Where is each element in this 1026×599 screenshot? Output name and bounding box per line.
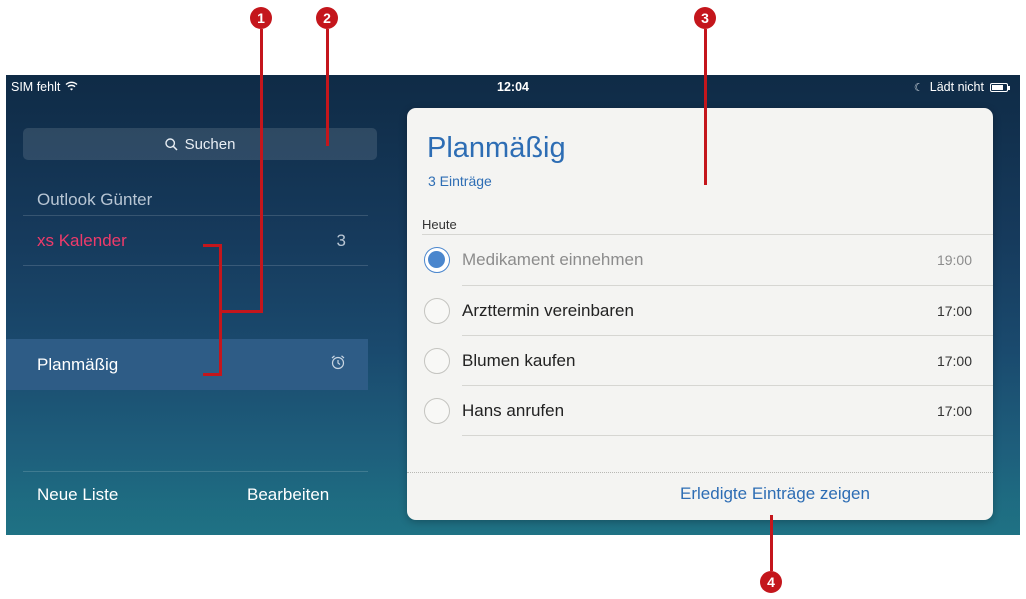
task-time: 17:00 — [936, 353, 972, 369]
callout-line-2 — [326, 29, 329, 146]
callout-line-4 — [770, 515, 773, 571]
task-time: 17:00 — [936, 303, 972, 319]
task-name: Hans anrufen — [462, 401, 565, 420]
edit-button[interactable]: Bearbeiten — [247, 485, 329, 505]
search-placeholder: Suchen — [184, 135, 236, 153]
callout-badge-1: 1 — [250, 7, 272, 29]
list-label: Planmäßig — [37, 354, 119, 374]
task-time: 17:00 — [936, 403, 972, 419]
callout-line-1 — [219, 244, 222, 376]
search-icon — [164, 137, 178, 151]
account-title: Outlook Günter — [37, 190, 153, 209]
task-name: Arzttermin vereinbaren — [462, 301, 634, 320]
list-label: xs Kalender — [37, 231, 127, 250]
callout-badge-2: 2 — [316, 7, 338, 29]
status-bar: SIM fehlt 12:04 ☾ Lädt nicht — [6, 75, 1020, 97]
checkbox[interactable] — [424, 298, 450, 324]
search-bar[interactable]: Suchen — [23, 128, 377, 160]
callout-badge-4: 4 — [760, 571, 782, 593]
page-title: Planmäßig — [427, 132, 566, 164]
status-time: 12:04 — [497, 80, 529, 94]
task-name: Blumen kaufen — [462, 351, 576, 370]
callout-line-3 — [704, 29, 707, 185]
list-count: 3 — [336, 231, 346, 250]
callout-line-1 — [260, 29, 263, 312]
callout-badge-3: 3 — [694, 7, 716, 29]
checkbox[interactable] — [424, 348, 450, 374]
checkbox-checked[interactable] — [424, 247, 450, 273]
section-label: Heute — [422, 217, 457, 232]
status-right: ☾ Lädt nicht — [913, 80, 1010, 94]
list-item[interactable]: Arzttermin vereinbaren 17:00 — [407, 286, 993, 336]
callout-line-1 — [203, 373, 222, 376]
row-divider — [462, 435, 993, 436]
reminders-card: Planmäßig 3 Einträge Heute Medikament ei… — [407, 108, 993, 520]
list-item[interactable]: Hans anrufen 17:00 — [407, 386, 993, 436]
dotted-separator — [407, 472, 993, 473]
charging-label: Lädt nicht — [929, 80, 984, 94]
new-list-button[interactable]: Neue Liste — [37, 485, 118, 505]
checkbox[interactable] — [424, 398, 450, 424]
entries-count: 3 Einträge — [428, 173, 492, 189]
moon-icon: ☾ — [913, 81, 924, 94]
sidebar-item-planmaessig[interactable]: Planmäßig — [6, 339, 368, 390]
task-name: Medikament einnehmen — [462, 250, 644, 269]
sidebar-divider — [23, 265, 368, 266]
list-item[interactable]: Medikament einnehmen 19:00 — [407, 235, 993, 285]
callout-line-1 — [219, 310, 263, 313]
ipad-screen: SIM fehlt 12:04 ☾ Lädt nicht Suchen Outl… — [6, 75, 1020, 535]
sidebar-divider — [23, 471, 368, 472]
list-item[interactable]: Blumen kaufen 17:00 — [407, 336, 993, 386]
battery-icon — [990, 82, 1010, 92]
task-time: 19:00 — [936, 252, 972, 268]
callout-line-1 — [203, 244, 222, 247]
sidebar-item-xs-kalender[interactable]: xs Kalender 3 — [6, 216, 368, 266]
show-completed-button[interactable]: Erledigte Einträge zeigen — [407, 484, 993, 504]
alarm-clock-icon — [330, 354, 346, 375]
